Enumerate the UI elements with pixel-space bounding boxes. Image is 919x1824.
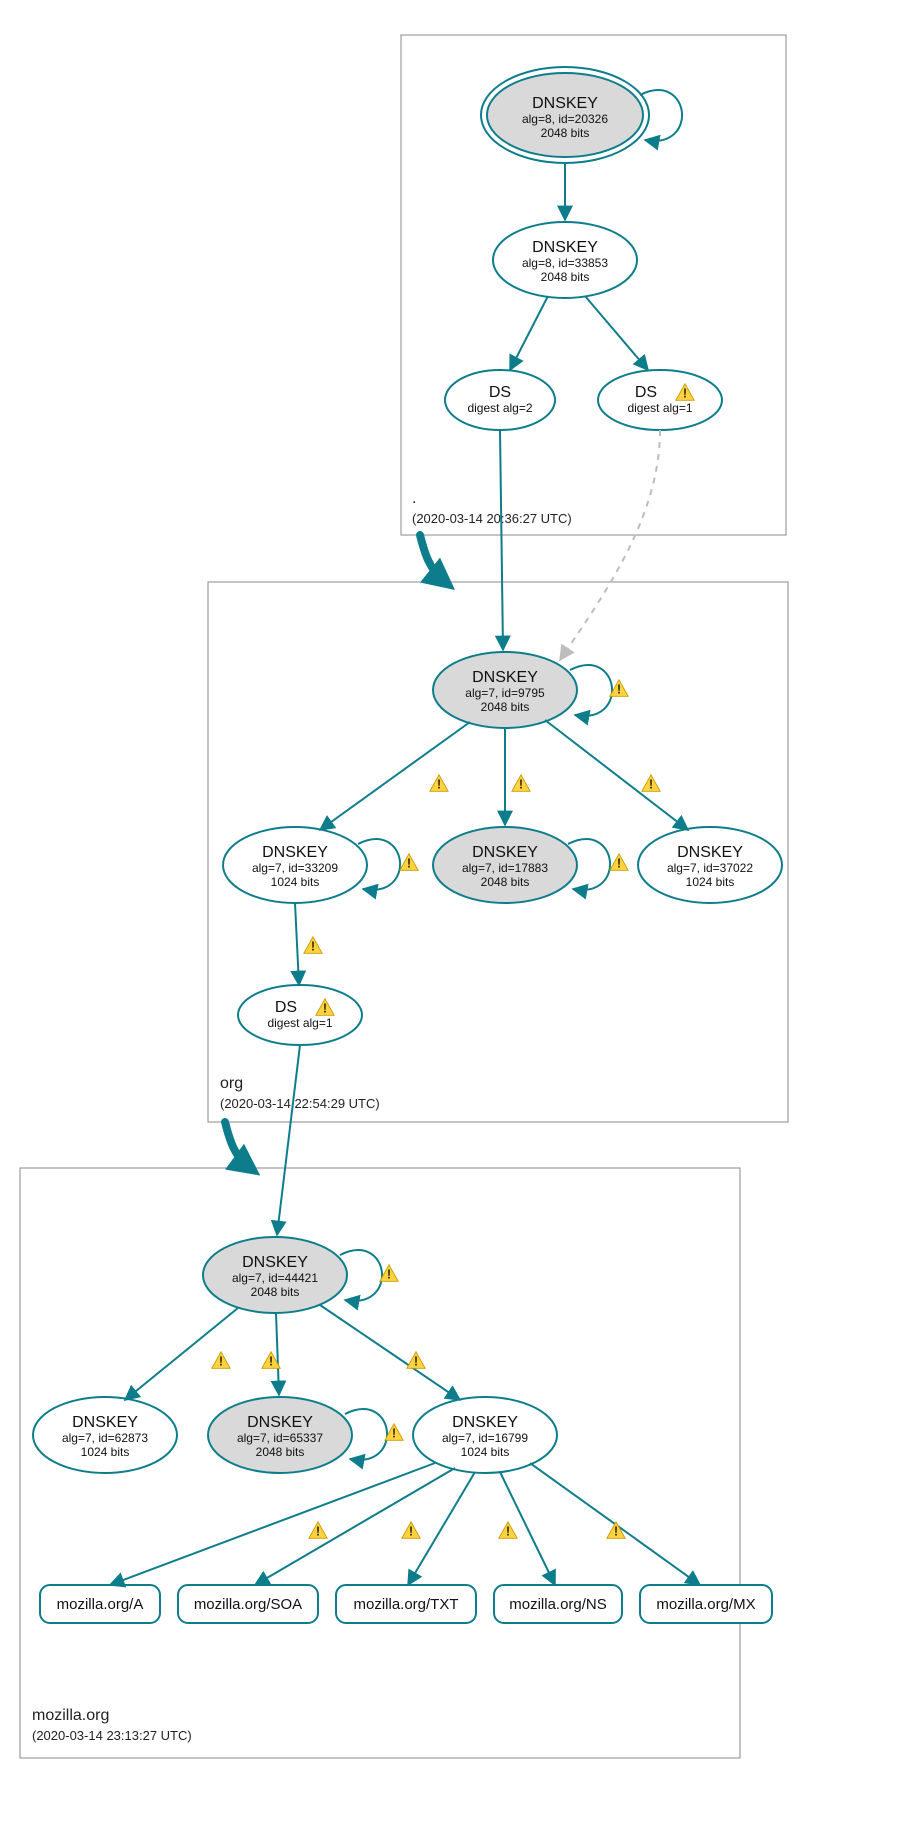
svg-text:alg=7, id=62873: alg=7, id=62873 — [62, 1431, 148, 1445]
svg-text:DS: DS — [275, 999, 297, 1016]
svg-text:DNSKEY: DNSKEY — [472, 669, 538, 686]
svg-text:DS: DS — [489, 384, 511, 401]
rrset-txt: mozilla.org/TXT — [336, 1585, 476, 1623]
warning-icon — [402, 1522, 420, 1539]
svg-text:alg=7, id=37022: alg=7, id=37022 — [667, 861, 753, 875]
svg-text:2048 bits: 2048 bits — [541, 126, 590, 140]
node-moz-k16799: DNSKEY alg=7, id=16799 1024 bits — [413, 1397, 557, 1473]
edge-zone-org-to-mozilla — [225, 1122, 250, 1168]
edge-moz-ksk-to-65337 — [276, 1313, 279, 1395]
edge-root-ksk-self — [640, 90, 682, 141]
warning-icon — [512, 775, 530, 792]
warning-icon — [407, 1352, 425, 1369]
zone-mozilla: mozilla.org (2020-03-14 23:13:27 UTC) DN… — [20, 1045, 772, 1758]
node-moz-k62873: DNSKEY alg=7, id=62873 1024 bits — [33, 1397, 177, 1473]
zone-root-name: . — [412, 490, 416, 507]
svg-text:alg=7, id=65337: alg=7, id=65337 — [237, 1431, 323, 1445]
svg-text:alg=7, id=9795: alg=7, id=9795 — [465, 686, 545, 700]
svg-text:alg=8, id=33853: alg=8, id=33853 — [522, 256, 608, 270]
svg-text:alg=7, id=44421: alg=7, id=44421 — [232, 1271, 318, 1285]
node-moz-k65337: DNSKEY alg=7, id=65337 2048 bits — [208, 1397, 352, 1473]
warning-icon — [610, 854, 628, 871]
svg-text:DNSKEY: DNSKEY — [532, 95, 598, 112]
zone-root: . (2020-03-14 20:36:27 UTC) DNSKEY alg=8… — [401, 35, 786, 535]
node-root-ds1: DS digest alg=1 — [598, 370, 722, 430]
svg-text:DNSKEY: DNSKEY — [532, 239, 598, 256]
svg-text:DNSKEY: DNSKEY — [677, 844, 743, 861]
warning-icon — [304, 937, 322, 954]
edge-moz-16799-to-a — [110, 1463, 435, 1585]
svg-text:DNSKEY: DNSKEY — [72, 1414, 138, 1431]
svg-text:1024 bits: 1024 bits — [686, 875, 735, 889]
warning-icon — [212, 1352, 230, 1369]
zone-org: org (2020-03-14 22:54:29 UTC) DNSKEY alg… — [208, 430, 788, 1122]
svg-text:mozilla.org/SOA: mozilla.org/SOA — [194, 1596, 302, 1613]
edge-root-zsk-to-ds1 — [585, 296, 648, 370]
warning-icon — [309, 1522, 327, 1539]
zone-org-name: org — [220, 1075, 243, 1092]
warning-icon — [499, 1522, 517, 1539]
edge-root-zsk-to-ds2 — [510, 296, 548, 370]
svg-text:digest alg=2: digest alg=2 — [467, 401, 532, 415]
edge-moz-16799-to-soa — [255, 1468, 455, 1585]
svg-text:1024 bits: 1024 bits — [81, 1445, 130, 1459]
svg-text:DNSKEY: DNSKEY — [242, 1254, 308, 1271]
svg-text:mozilla.org/NS: mozilla.org/NS — [509, 1596, 607, 1613]
svg-text:DNSKEY: DNSKEY — [472, 844, 538, 861]
edge-org-ds-to-moz-ksk — [277, 1045, 300, 1235]
svg-text:2048 bits: 2048 bits — [251, 1285, 300, 1299]
svg-text:1024 bits: 1024 bits — [271, 875, 320, 889]
svg-text:2048 bits: 2048 bits — [481, 875, 530, 889]
svg-text:DNSKEY: DNSKEY — [262, 844, 328, 861]
rrset-a: mozilla.org/A — [40, 1585, 160, 1623]
rrset-soa: mozilla.org/SOA — [178, 1585, 318, 1623]
svg-text:1024 bits: 1024 bits — [461, 1445, 510, 1459]
rrset-mx: mozilla.org/MX — [640, 1585, 772, 1623]
node-root-ds2: DS digest alg=2 — [445, 370, 555, 430]
svg-text:alg=7, id=16799: alg=7, id=16799 — [442, 1431, 528, 1445]
svg-text:2048 bits: 2048 bits — [541, 270, 590, 284]
edge-ds2-to-org-ksk — [500, 430, 503, 650]
dnssec-graph: ! . (2020-03-14 20:36:27 UTC) DNSKEY alg… — [0, 0, 919, 1824]
edge-ds1-to-org-ksk — [560, 430, 660, 660]
edge-moz-ksk-to-16799 — [320, 1305, 460, 1400]
zone-org-timestamp: (2020-03-14 22:54:29 UTC) — [220, 1096, 380, 1111]
zone-mozilla-name: mozilla.org — [32, 1707, 109, 1724]
edge-org-ksk-to-33209 — [320, 722, 470, 830]
svg-text:DS: DS — [635, 384, 657, 401]
svg-text:mozilla.org/TXT: mozilla.org/TXT — [353, 1596, 458, 1613]
node-org-ksk: DNSKEY alg=7, id=9795 2048 bits — [433, 652, 577, 728]
node-org-k17883: DNSKEY alg=7, id=17883 2048 bits — [433, 827, 577, 903]
svg-text:alg=8, id=20326: alg=8, id=20326 — [522, 112, 608, 126]
svg-text:2048 bits: 2048 bits — [256, 1445, 305, 1459]
svg-text:DNSKEY: DNSKEY — [452, 1414, 518, 1431]
warning-icon — [400, 854, 418, 871]
svg-text:DNSKEY: DNSKEY — [247, 1414, 313, 1431]
svg-text:alg=7, id=17883: alg=7, id=17883 — [462, 861, 548, 875]
edge-org-33209-to-ds — [295, 903, 299, 985]
node-org-k33209: DNSKEY alg=7, id=33209 1024 bits — [223, 827, 367, 903]
zone-mozilla-timestamp: (2020-03-14 23:13:27 UTC) — [32, 1728, 192, 1743]
node-org-ds1: DS digest alg=1 — [238, 985, 362, 1045]
node-root-zsk: DNSKEY alg=8, id=33853 2048 bits — [493, 222, 637, 298]
edge-org-ksk-to-37022 — [545, 720, 688, 830]
node-moz-ksk: DNSKEY alg=7, id=44421 2048 bits — [203, 1237, 347, 1313]
svg-text:2048 bits: 2048 bits — [481, 700, 530, 714]
svg-text:digest alg=1: digest alg=1 — [627, 401, 692, 415]
svg-text:alg=7, id=33209: alg=7, id=33209 — [252, 861, 338, 875]
rrset-ns: mozilla.org/NS — [494, 1585, 622, 1623]
svg-text:mozilla.org/MX: mozilla.org/MX — [656, 1596, 755, 1613]
zone-root-timestamp: (2020-03-14 20:36:27 UTC) — [412, 511, 572, 526]
svg-text:digest alg=1: digest alg=1 — [267, 1016, 332, 1030]
svg-text:mozilla.org/A: mozilla.org/A — [57, 1596, 144, 1613]
edge-zone-root-to-org — [420, 535, 445, 582]
warning-icon — [642, 775, 660, 792]
warning-icon — [430, 775, 448, 792]
node-org-k37022: DNSKEY alg=7, id=37022 1024 bits — [638, 827, 782, 903]
node-root-ksk: DNSKEY alg=8, id=20326 2048 bits — [481, 67, 649, 163]
